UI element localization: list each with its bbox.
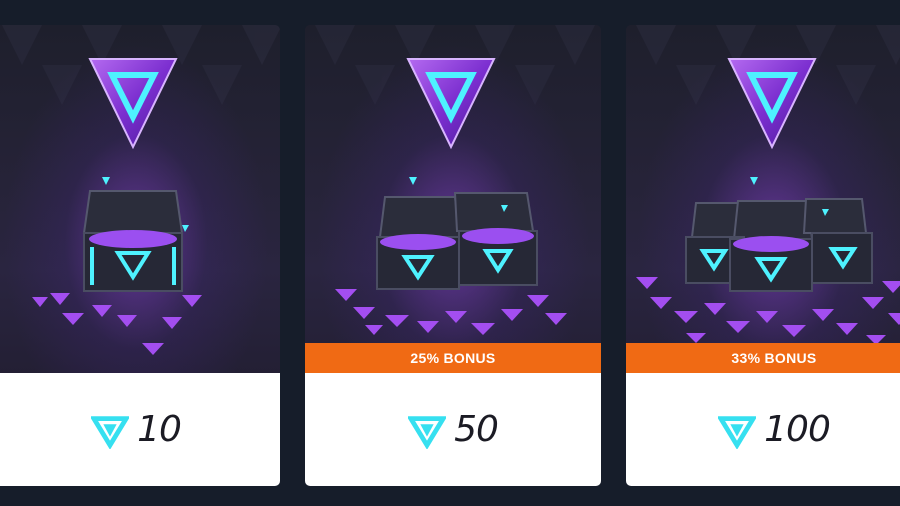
price-panel: 100 [626, 373, 900, 486]
price-panel: 50 [305, 373, 601, 486]
pack-artwork [0, 25, 280, 375]
treasure-chest-icon [82, 190, 184, 292]
price-panel: 10 [0, 373, 280, 486]
pack-card-100[interactable]: 33% BONUS 100 [626, 25, 900, 486]
triangle-gem-icon [408, 415, 447, 449]
shop-screen: { "shop": { "packs": [ { "amount": "10",… [0, 0, 900, 506]
pack-card-50[interactable]: 25% BONUS 50 [305, 25, 601, 486]
gem-amount: 50 [454, 409, 499, 450]
pack-artwork [626, 25, 900, 375]
bonus-banner: 33% BONUS [626, 343, 900, 373]
gem-amount: 10 [137, 409, 182, 450]
treasure-chest-icon [685, 198, 873, 292]
chest-illustration [315, 25, 595, 355]
pack-card-10[interactable]: 10 [0, 25, 280, 486]
pack-artwork [305, 25, 601, 375]
triangle-gem-icon [91, 415, 130, 449]
triangle-gem-icon [718, 415, 757, 449]
treasure-chest-icon [376, 192, 538, 290]
hero-gem-icon [406, 58, 496, 150]
hero-gem-icon [727, 58, 817, 150]
hero-gem-icon [88, 58, 178, 150]
gem-amount: 100 [764, 409, 831, 450]
bonus-banner: 25% BONUS [305, 343, 601, 373]
chest-illustration [636, 25, 900, 345]
chest-illustration [2, 25, 280, 355]
